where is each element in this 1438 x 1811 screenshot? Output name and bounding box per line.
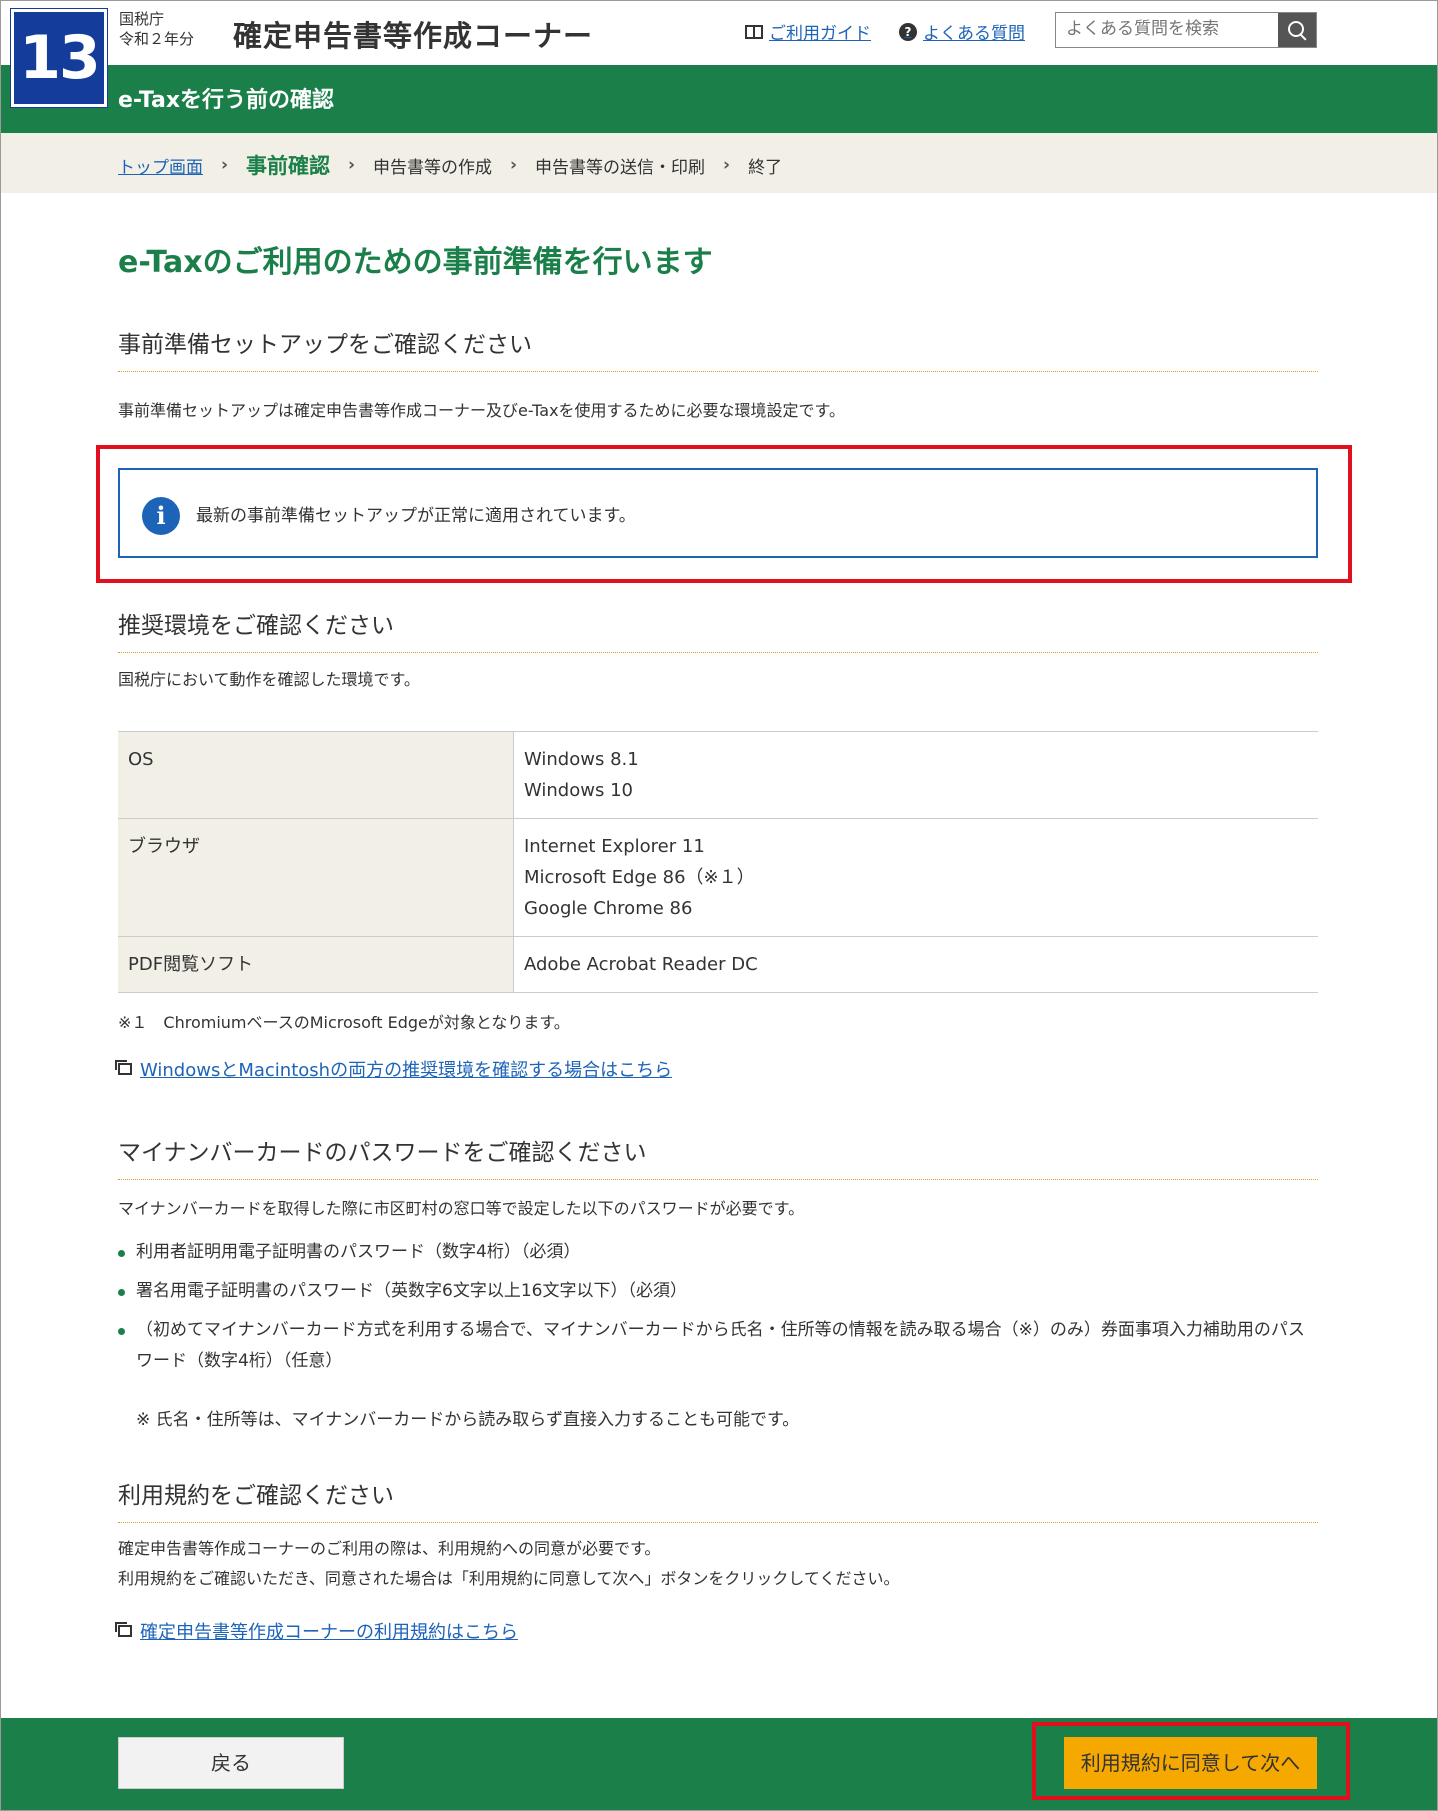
env-heading: 推奨環境をご確認ください — [118, 606, 1318, 653]
env-value-line: Internet Explorer 11 — [524, 836, 705, 857]
site-header: 13 国税庁 令和２年分 確定申告書等作成コーナー ご利用ガイド ? よくある質… — [1, 1, 1437, 107]
env-value-line: Google Chrome 86 — [524, 898, 693, 919]
breadcrumb-current: 事前確認 — [246, 154, 331, 178]
book-icon — [745, 24, 763, 39]
page-title: e-Taxのご利用のための事前準備を行います — [118, 245, 713, 280]
external-window-icon — [115, 1060, 132, 1075]
env-value-line: Microsoft Edge 86（※１） — [524, 867, 755, 888]
mynumber-note: ※ 氏名・住所等は、マイナンバーカードから読み取らず直接入力することも可能です。 — [136, 1410, 800, 1430]
terms-link-label: 確定申告書等作成コーナーの利用規約はこちら — [140, 1622, 518, 1643]
setup-heading: 事前準備セットアップをご確認ください — [118, 325, 1318, 372]
question-icon: ? — [899, 22, 917, 41]
env-both-os-link-label: WindowsとMacintoshの両方の推奨環境を確認する場合はこちら — [140, 1060, 673, 1081]
table-row: ブラウザ Internet Explorer 11 Microsoft Edge… — [118, 818, 1318, 937]
breadcrumb-step: 申告書等の作成 — [373, 157, 493, 178]
env-description: 国税庁において動作を確認した環境です。 — [118, 670, 420, 689]
chevron-right-icon: › — [348, 155, 356, 175]
mynumber-description: マイナンバーカードを取得した際に市区町村の窓口等で設定した以下のパスワードが必要… — [118, 1199, 805, 1218]
terms-line-2: 利用規約をご確認いただき、同意された場合は「利用規約に同意して次へ」ボタンをクリ… — [118, 1569, 900, 1588]
highlight-frame — [96, 445, 1352, 583]
password-list: 利用者証明用電子証明書のパスワード（数字4桁）（必須） 署名用電子証明書のパスワ… — [118, 1237, 1316, 1385]
chevron-right-icon: › — [723, 155, 731, 175]
list-item: （初めてマイナンバーカード方式を利用する場合で、マイナンバーカードから氏名・住所… — [118, 1315, 1316, 1377]
terms-heading: 利用規約をご確認ください — [118, 1476, 1318, 1523]
env-footnote: ※１ ChromiumベースのMicrosoft Edgeが対象となります。 — [118, 1013, 570, 1032]
env-key: ブラウザ — [118, 818, 514, 937]
year-badge: 13 — [11, 9, 107, 107]
env-value-line: Windows 8.1 — [524, 749, 639, 770]
chevron-right-icon: › — [221, 155, 229, 175]
env-value: Adobe Acrobat Reader DC — [513, 936, 1318, 993]
env-value: Internet Explorer 11 Microsoft Edge 86（※… — [513, 818, 1318, 937]
section-title: e-Taxを行う前の確認 — [118, 88, 335, 113]
table-row: PDF閲覧ソフト Adobe Acrobat Reader DC — [118, 936, 1318, 993]
search-icon — [1287, 20, 1304, 37]
setup-description: 事前準備セットアップは確定申告書等作成コーナー及びe-Taxを使用するために必要… — [118, 401, 845, 420]
env-key: OS — [118, 731, 514, 819]
env-value: Windows 8.1 Windows 10 — [513, 731, 1318, 819]
guide-link-label: ご利用ガイド — [769, 24, 871, 44]
mynumber-heading: マイナンバーカードのパスワードをご確認ください — [118, 1133, 1318, 1180]
search-button[interactable] — [1278, 13, 1316, 47]
breadcrumb: トップ画面 › 事前確認 › 申告書等の作成 › 申告書等の送信・印刷 › 終了 — [1, 133, 1437, 193]
chevron-right-icon: › — [510, 155, 518, 175]
breadcrumb-step: 終了 — [748, 157, 783, 178]
env-value-line: Windows 10 — [524, 780, 633, 801]
highlight-frame — [1032, 1722, 1350, 1800]
env-table: OS Windows 8.1 Windows 10 ブラウザ Internet … — [118, 731, 1318, 993]
faq-search-input[interactable] — [1056, 13, 1286, 45]
breadcrumb-top[interactable]: トップ画面 — [118, 153, 203, 178]
app-title: 確定申告書等作成コーナー — [233, 19, 594, 53]
list-item: 署名用電子証明書のパスワード（英数字6文字以上16文字以下）（必須） — [118, 1276, 1316, 1307]
agency-name: 国税庁 — [119, 10, 165, 28]
breadcrumb-step: 申告書等の送信・印刷 — [535, 157, 706, 178]
faq-link[interactable]: ? よくある質問 — [899, 19, 1025, 44]
env-value-line: Adobe Acrobat Reader DC — [524, 954, 758, 975]
table-row: OS Windows 8.1 Windows 10 — [118, 731, 1318, 819]
terms-link[interactable]: 確定申告書等作成コーナーの利用規約はこちら — [115, 1618, 518, 1644]
env-both-os-link[interactable]: WindowsとMacintoshの両方の推奨環境を確認する場合はこちら — [115, 1056, 673, 1082]
guide-link[interactable]: ご利用ガイド — [745, 19, 871, 44]
list-item: 利用者証明用電子証明書のパスワード（数字4桁）（必須） — [118, 1237, 1316, 1268]
faq-link-label: よくある質問 — [923, 24, 1025, 44]
page-frame: 13 国税庁 令和２年分 確定申告書等作成コーナー ご利用ガイド ? よくある質… — [0, 0, 1438, 1811]
external-window-icon — [115, 1622, 132, 1637]
back-button[interactable]: 戻る — [118, 1737, 344, 1789]
terms-line-1: 確定申告書等作成コーナーのご利用の際は、利用規約への同意が必要です。 — [118, 1539, 661, 1558]
agency-label: 国税庁 令和２年分 — [119, 9, 194, 49]
env-key: PDF閲覧ソフト — [118, 936, 514, 993]
tax-year: 令和２年分 — [119, 30, 195, 48]
faq-search — [1055, 12, 1317, 48]
section-bar: e-Taxを行う前の確認 — [1, 65, 1437, 133]
